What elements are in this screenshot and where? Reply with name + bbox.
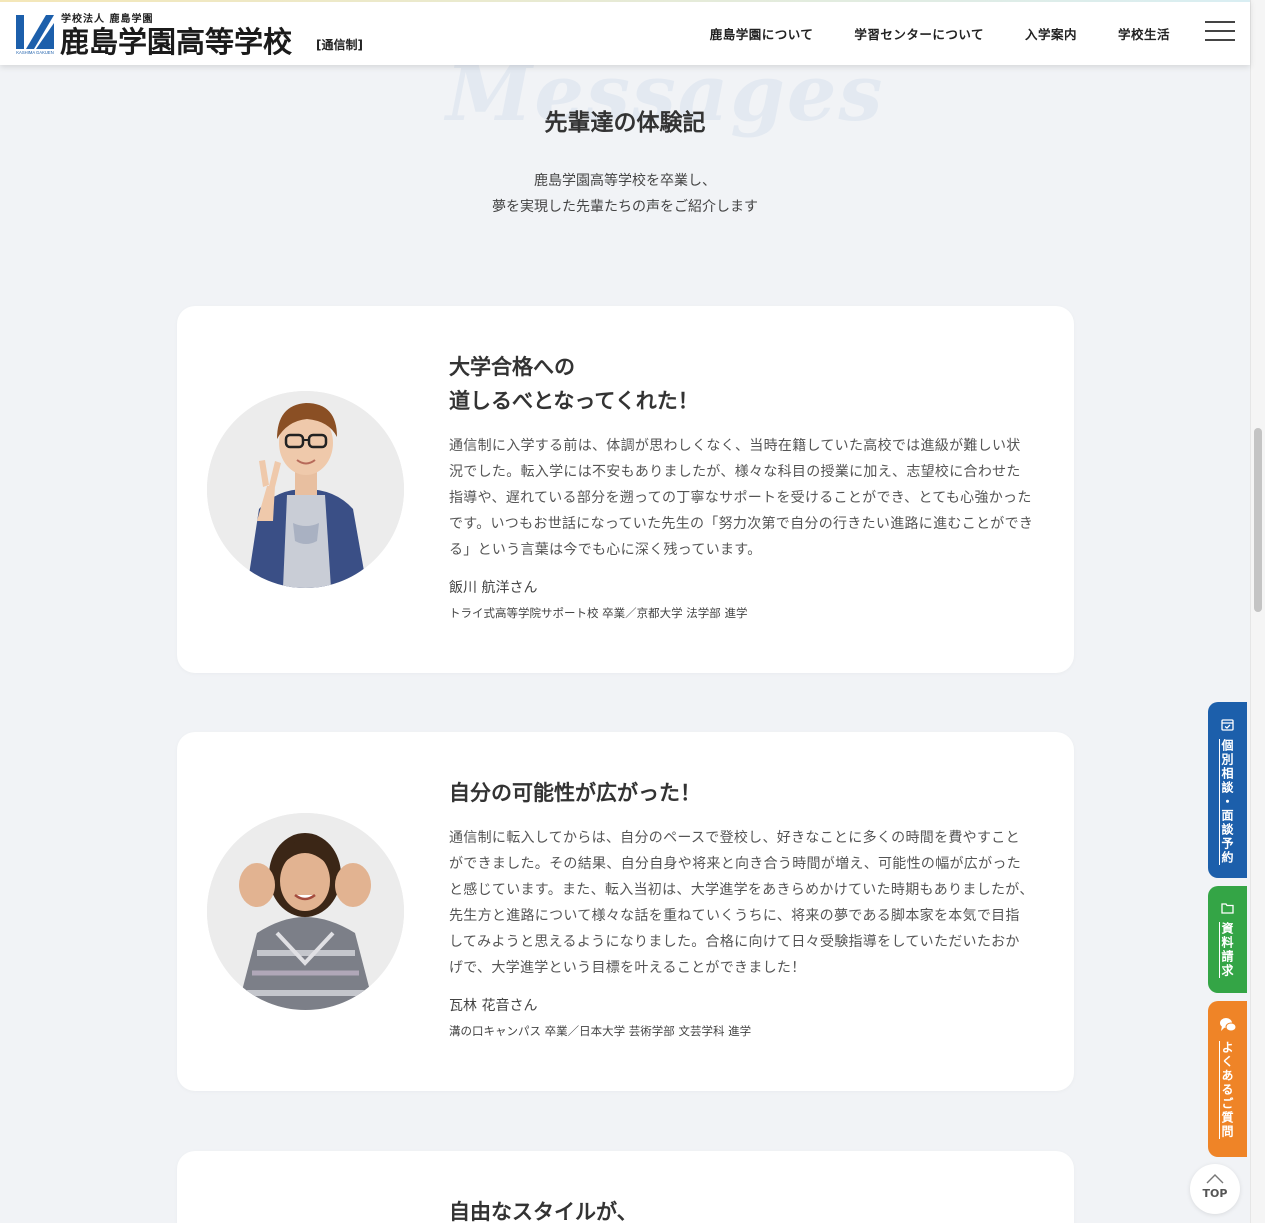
student-name: 飯川 航洋さん <box>449 580 538 596</box>
testimonial-card: 大学合格への 道しるべとなってくれた！ 通信制に入学する前は、体調が思わしくなく… <box>177 306 1074 673</box>
document-request-tab[interactable]: 資料請求 <box>1208 886 1247 993</box>
header-accent-line <box>0 0 1250 2</box>
page-scrollbar[interactable] <box>1250 0 1265 1223</box>
student-photo-1 <box>207 391 404 588</box>
chat-bubbles-icon <box>1219 1018 1236 1032</box>
testimonial-text: 通信制に入学する前は、体調が思わしくなく、当時在籍していた高校では進級が難しい状… <box>449 438 1034 558</box>
site-header: KASHIMA GAKUEN 学校法人 鹿島学園 鹿島学園高等学校 [通信制] … <box>0 0 1250 65</box>
testimonial-text: 通信制に転入してからは、自分のペースで登校し、好きなことに多くの時間を費やすこと… <box>449 830 1034 976</box>
logo-tag: [通信制] <box>316 38 363 52</box>
student-school-info: トライ式高等学院サポート校 卒業／京都大学 法学部 進学 <box>449 606 748 620</box>
back-to-top-label: TOP <box>1202 1187 1228 1200</box>
testimonial-body: 自由なスタイルが、 <box>449 1195 1034 1223</box>
hamburger-menu-icon[interactable] <box>1205 21 1235 42</box>
nav-school-life[interactable]: 学校生活 <box>1118 24 1170 43</box>
testimonial-title-line-1: 大学合格への <box>449 355 575 379</box>
section-lead-line-2: 夢を実現した先輩たちの声をご紹介します <box>492 199 758 215</box>
logo-mark-caption: KASHIMA GAKUEN <box>16 50 53 55</box>
avatar-student-2 <box>207 813 404 1010</box>
faq-label: よくあるご質問 <box>1220 1041 1234 1139</box>
student-photo-2 <box>207 813 404 1010</box>
student-school-info: 溝の口キャンパス 卒業／日本大学 芸術学部 文芸学科 進学 <box>449 1024 752 1038</box>
scrollbar-thumb[interactable] <box>1254 428 1262 612</box>
testimonial-body: 大学合格への 道しるべとなってくれた！ 通信制に入学する前は、体調が思わしくなく… <box>449 350 1034 621</box>
back-to-top-button[interactable]: TOP <box>1190 1164 1240 1214</box>
testimonial-card: 自由なスタイルが、 <box>177 1151 1074 1223</box>
logo-title: 鹿島学園高等学校 <box>60 25 293 59</box>
nav-about-gakuen[interactable]: 鹿島学園について <box>710 24 814 43</box>
testimonial-title: 自由なスタイルが、 <box>449 1200 638 1223</box>
avatar-student-1 <box>207 391 404 588</box>
nav-admission[interactable]: 入学案内 <box>1025 24 1077 43</box>
section-lead-line-1: 鹿島学園高等学校を卒業し、 <box>534 173 716 189</box>
consultation-booking-tab[interactable]: 個別相談・面談予約 <box>1208 702 1247 878</box>
student-name: 瓦林 花音さん <box>449 998 538 1014</box>
calendar-check-icon <box>1221 719 1234 731</box>
testimonial-card: 自分の可能性が広がった！ 通信制に転入してからは、自分のペースで登校し、好きなこ… <box>177 732 1074 1091</box>
document-request-label: 資料請求 <box>1220 922 1234 978</box>
testimonial-title: 大学合格への 道しるべとなってくれた！ <box>449 350 1034 418</box>
nav-learning-center[interactable]: 学習センターについて <box>854 24 984 43</box>
testimonial-title: 自分の可能性が広がった！ <box>449 781 701 805</box>
testimonial-body: 自分の可能性が広がった！ 通信制に転入してからは、自分のペースで登校し、好きなこ… <box>449 776 1034 1039</box>
faq-tab[interactable]: よくあるご質問 <box>1208 1001 1247 1157</box>
folder-icon <box>1221 903 1234 914</box>
kashima-logo-icon: KASHIMA GAKUEN <box>14 13 56 55</box>
global-nav: 鹿島学園について 学習センターについて 入学案内 学校生活 <box>710 24 1170 43</box>
section-title: 先輩達の体験記 <box>544 110 706 136</box>
consultation-booking-label: 個別相談・面談予約 <box>1220 739 1234 865</box>
testimonial-title-line-2: 道しるべとなってくれた！ <box>449 389 699 413</box>
chevron-up-icon <box>1206 1174 1224 1184</box>
section-lead: 鹿島学園高等学校を卒業し、 夢を実現した先輩たちの声をご紹介します <box>0 168 1250 220</box>
